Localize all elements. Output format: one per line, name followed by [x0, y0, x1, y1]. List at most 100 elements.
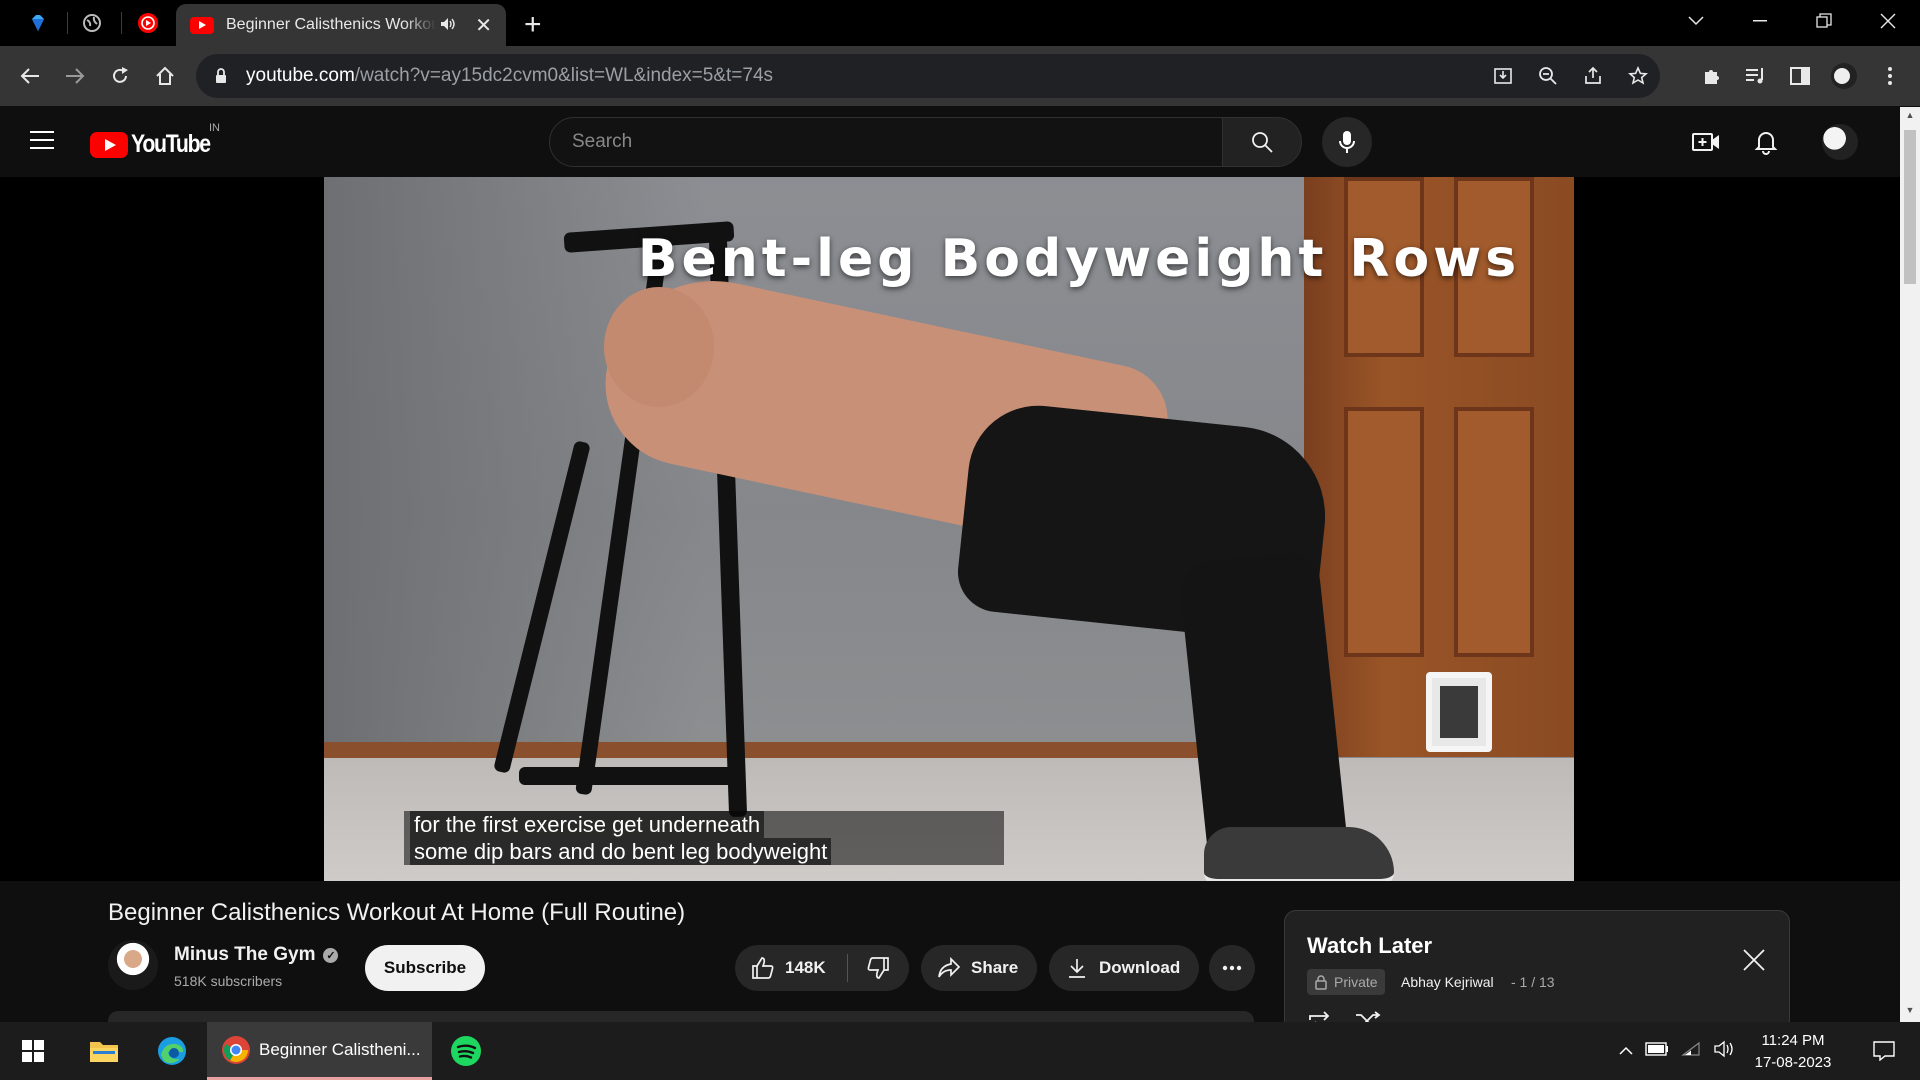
pinned-tab-gem[interactable] [12, 0, 64, 46]
download-button[interactable]: Download [1049, 945, 1199, 991]
clock-date: 17-08-2023 [1754, 1054, 1832, 1071]
chrome-icon [222, 1035, 250, 1064]
back-button[interactable] [10, 56, 50, 96]
lock-icon[interactable] [212, 67, 230, 85]
dip-bar [519, 767, 739, 785]
tab-title: Beginner Calisthenics Workout At Home (F… [226, 16, 436, 33]
thumbs-up-icon [752, 957, 774, 979]
scene-person-head [604, 287, 714, 407]
create-video-icon[interactable] [1688, 124, 1724, 160]
volume-icon[interactable] [1708, 1040, 1742, 1063]
taskbar-chrome-window[interactable]: Beginner Calistheni... [207, 1022, 432, 1080]
zoom-icon[interactable] [1525, 66, 1570, 86]
browser-menu-icon[interactable] [1870, 56, 1910, 96]
new-tab-button[interactable]: + [524, 8, 542, 42]
notifications-bell-icon[interactable] [1748, 124, 1784, 160]
pinned-tab-youtube-music[interactable] [122, 0, 174, 46]
search-field[interactable] [549, 117, 1223, 167]
pinned-tab-globe[interactable] [66, 0, 118, 46]
home-button[interactable] [145, 56, 185, 96]
scene-person-shoe [1204, 827, 1394, 881]
youtube-masthead: YouTube IN [0, 107, 1900, 177]
tab-youtube-video[interactable]: Beginner Calisthenics Workout At Home (F… [176, 4, 506, 46]
url-text[interactable]: youtube.com/watch?v=ay15dc2cvm0&list=WL&… [246, 65, 773, 87]
close-playlist-icon[interactable] [1743, 949, 1765, 976]
download-label: Download [1099, 958, 1181, 977]
edge-icon [158, 1037, 186, 1065]
video-player[interactable]: Bent-leg Bodyweight Rows for the first e… [0, 177, 1900, 881]
subscriber-count: 518K subscribers [174, 973, 283, 989]
scrollbar-thumb[interactable] [1904, 130, 1916, 284]
youtube-music-icon [138, 13, 158, 33]
channel-name: Minus The Gym [174, 944, 316, 965]
file-explorer-button[interactable] [76, 1022, 132, 1080]
like-button[interactable]: 148K [735, 956, 847, 980]
forward-button[interactable] [55, 56, 95, 96]
close-window-button[interactable] [1858, 0, 1918, 42]
video-title: Beginner Calisthenics Workout At Home (F… [108, 899, 686, 926]
start-button[interactable] [0, 1022, 66, 1080]
guide-menu-icon[interactable] [30, 131, 54, 155]
restore-button[interactable] [1794, 0, 1854, 42]
taskbar-clock[interactable]: 11:24 PM 17-08-2023 [1738, 1030, 1848, 1074]
globe-icon [83, 14, 101, 32]
audio-playing-icon[interactable] [440, 17, 456, 34]
bookmark-star-icon[interactable] [1615, 66, 1660, 86]
spotify-button[interactable] [440, 1022, 492, 1080]
thumbs-down-icon [867, 957, 889, 979]
windows-logo-icon [22, 1040, 44, 1062]
minimize-button[interactable] [1730, 0, 1790, 42]
profile-avatar[interactable] [1824, 56, 1864, 96]
account-avatar[interactable] [1822, 124, 1858, 160]
show-hidden-icons-chevron-icon[interactable] [1612, 1042, 1640, 1060]
caption-line: some dip bars and do bent leg bodyweight [410, 838, 832, 865]
scene-pet-door [1426, 672, 1492, 752]
scroll-up-arrow-icon[interactable]: ▲ [1904, 110, 1916, 124]
clock-time: 11:24 PM [1761, 1032, 1825, 1049]
privacy-label: Private [1334, 974, 1378, 990]
share-page-icon[interactable] [1570, 66, 1615, 86]
share-button[interactable]: Share [921, 945, 1037, 991]
more-actions-button[interactable] [1209, 945, 1255, 991]
media-queue-icon[interactable] [1736, 56, 1776, 96]
address-bar[interactable]: youtube.com/watch?v=ay15dc2cvm0&list=WL&… [196, 54, 1660, 98]
search-input[interactable] [572, 131, 1222, 153]
tab-search-chevron-icon[interactable] [1666, 0, 1726, 42]
side-panel-icon[interactable] [1780, 56, 1820, 96]
youtube-favicon-icon [190, 16, 214, 34]
playlist-title[interactable]: Watch Later [1307, 933, 1432, 959]
download-icon [1069, 959, 1085, 978]
subscribe-button[interactable]: Subscribe [365, 945, 485, 991]
edge-browser-button[interactable] [144, 1022, 200, 1080]
playlist-owner[interactable]: Abhay Kejriwal [1401, 974, 1494, 990]
channel-name-link[interactable]: Minus The Gym ✓ [174, 944, 339, 966]
system-tray [1612, 1022, 1742, 1080]
dislike-button[interactable] [848, 956, 908, 980]
closed-captions: for the first exercise get underneath so… [404, 811, 1004, 865]
gem-icon [32, 15, 44, 31]
url-domain: youtube.com [246, 65, 355, 86]
voice-search-button[interactable] [1322, 117, 1372, 167]
install-app-icon[interactable] [1480, 66, 1525, 86]
spotify-icon [451, 1036, 481, 1066]
logo-wordmark: YouTube [131, 130, 211, 158]
extensions-puzzle-icon[interactable] [1692, 56, 1732, 96]
taskbar-window-label: Beginner Calistheni... [259, 1039, 421, 1059]
url-path: /watch?v=ay15dc2cvm0&list=WL&index=5&t=7… [354, 65, 774, 86]
search-button[interactable] [1222, 117, 1302, 167]
like-dislike-group: 148K [735, 945, 909, 991]
playlist-position: - 1 / 13 [1511, 974, 1555, 990]
channel-avatar[interactable] [108, 940, 158, 990]
share-label: Share [971, 958, 1019, 977]
battery-icon[interactable] [1640, 1041, 1674, 1061]
tab-close-icon[interactable]: ✕ [475, 13, 492, 38]
privacy-badge: Private [1307, 969, 1385, 995]
youtube-logo[interactable]: YouTube IN [90, 122, 224, 159]
reload-button[interactable] [100, 56, 140, 96]
notification-icon [1873, 1041, 1895, 1061]
video-frame[interactable]: Bent-leg Bodyweight Rows for the first e… [324, 177, 1574, 881]
scene-baseboard [324, 742, 1324, 758]
scroll-down-arrow-icon[interactable]: ▼ [1904, 1005, 1916, 1019]
action-center-button[interactable] [1856, 1022, 1912, 1080]
wifi-icon[interactable] [1674, 1041, 1708, 1062]
